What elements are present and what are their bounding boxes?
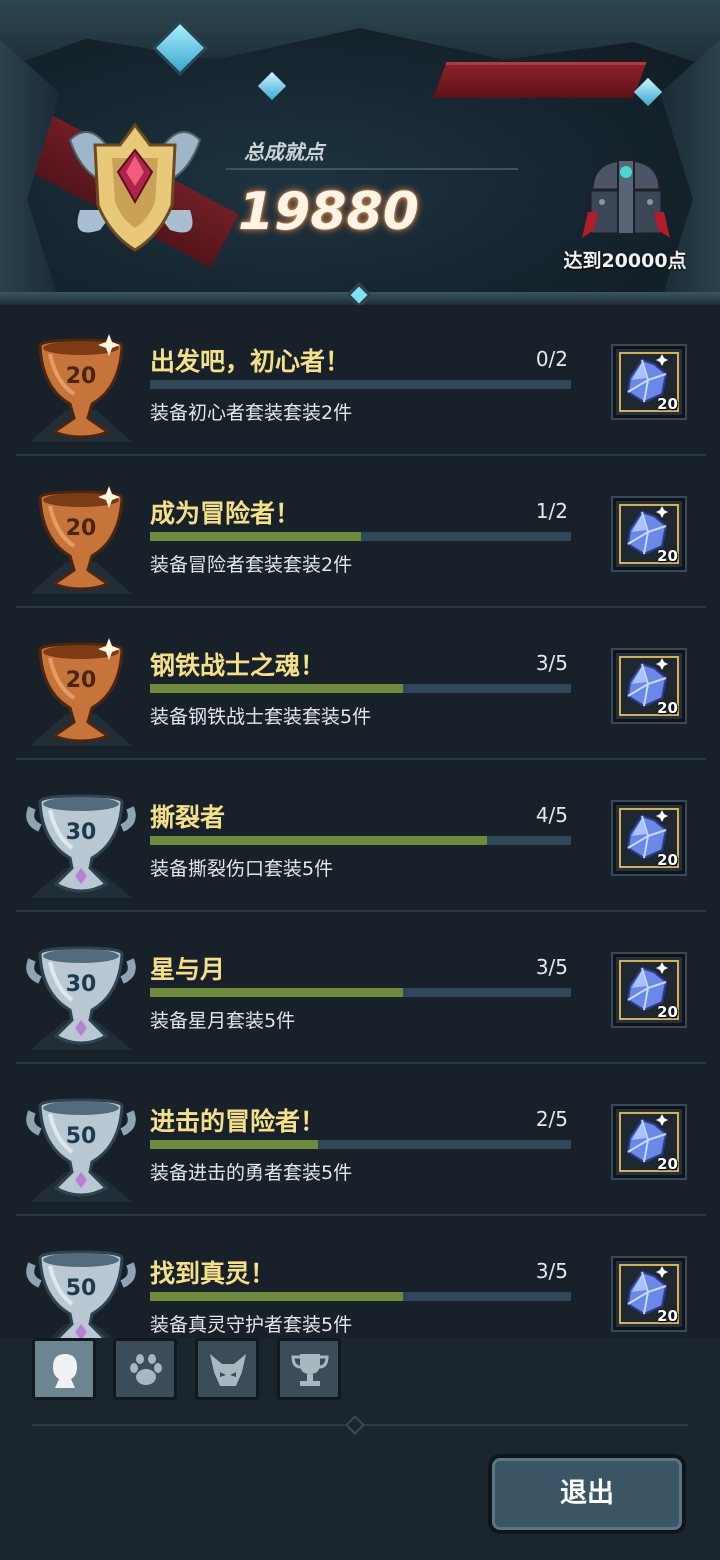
bottom-bar: 退出 [0, 1338, 720, 1560]
reward-amount: 20 [657, 1155, 678, 1173]
reward-button[interactable]: 20 [611, 344, 687, 420]
trophy-cup-icon: 30 [26, 788, 136, 900]
chest-goal-label: 达到20000点 [563, 250, 687, 272]
achievement-count: 0/2 [535, 347, 568, 371]
achievement-description: 装备星月套装5件 [150, 1010, 296, 1032]
achievement-description: 装备初心者套装套装2件 [150, 402, 353, 424]
progress-bar [150, 1140, 571, 1149]
reward-amount: 20 [657, 1003, 678, 1021]
exit-button[interactable]: 退出 [488, 1454, 686, 1534]
achievement-description: 装备钢铁战士套装套装5件 [150, 706, 372, 728]
gem-icon [257, 71, 287, 101]
achievement-title: 进击的冒险者！ [150, 1107, 326, 1136]
total-points-label: 总成就点 [244, 140, 324, 164]
achievement-count: 1/2 [535, 499, 568, 523]
cup-points: 20 [65, 516, 97, 541]
achievement-count: 4/5 [535, 803, 568, 827]
trophy-cup-icon: 50 [26, 1244, 136, 1338]
reward-button[interactable]: 20 [611, 1256, 687, 1332]
achievement-title: 出发吧，初心者！ [150, 347, 351, 376]
crown-emblem-icon [60, 110, 210, 260]
cup-points: 20 [65, 364, 97, 389]
reward-button[interactable]: 20 [611, 648, 687, 724]
achievement-title: 撕裂者 [150, 803, 226, 832]
cup-points: 20 [65, 668, 97, 693]
progress-fill [150, 1140, 319, 1149]
cup-points: 30 [65, 972, 97, 997]
progress-bar [150, 380, 571, 389]
reward-button[interactable]: 20 [611, 800, 687, 876]
progress-bar [150, 1292, 571, 1301]
cup-points: 50 [65, 1276, 97, 1301]
reward-amount: 20 [657, 395, 678, 413]
achievement-item: 50 进击的冒险者！ 2/5 装备进击的勇者套装5件 20 [16, 1066, 706, 1216]
achievement-description: 装备进击的勇者套装5件 [150, 1162, 353, 1184]
trophy-cup-icon: 20 [26, 484, 136, 596]
tab-character[interactable] [32, 1338, 96, 1400]
achievement-title: 星与月 [150, 955, 226, 984]
reward-button[interactable]: 20 [611, 952, 687, 1028]
progress-fill [150, 836, 487, 845]
cup-points: 30 [65, 820, 97, 845]
trophy-cup-icon: 50 [26, 1092, 136, 1204]
ribbon-decoration [433, 62, 647, 98]
progress-bar [150, 988, 571, 997]
progress-fill [150, 1292, 403, 1301]
paw-icon [130, 1354, 162, 1385]
achievement-item: 30 星与月 3/5 装备星月套装5件 20 [16, 914, 706, 1064]
progress-fill [150, 532, 361, 541]
achievement-description: 装备真灵守护者套装5件 [150, 1314, 353, 1336]
trophy-cup-icon: 20 [26, 636, 136, 748]
achievement-count: 3/5 [535, 1259, 568, 1283]
person-icon [53, 1354, 77, 1388]
achievement-item: 50 找到真灵！ 3/5 装备真灵守护者套装5件 20 [16, 1218, 706, 1338]
divider-ornament [345, 1415, 365, 1435]
achievement-description: 装备撕裂伤口套装5件 [150, 858, 334, 880]
tab-trophy[interactable] [277, 1338, 341, 1400]
achievement-item: 20 成为冒险者！ 1/2 装备冒险者套装套装2件 20 [16, 458, 706, 608]
achievement-count: 3/5 [535, 955, 568, 979]
monster-icon [210, 1354, 246, 1386]
achievement-item: 30 撕裂者 4/5 装备撕裂伤口套装5件 20 [16, 762, 706, 912]
reward-amount: 20 [657, 547, 678, 565]
reward-amount: 20 [657, 699, 678, 717]
total-points-value: 19880 [238, 182, 419, 242]
achievement-item: 20 出发吧，初心者！ 0/2 装备初心者套装套装2件 20 [16, 306, 706, 456]
reward-button[interactable]: 20 [611, 496, 687, 572]
achievement-count: 3/5 [535, 651, 568, 675]
treasure-chest-icon[interactable] [578, 150, 674, 246]
cup-points: 50 [65, 1124, 97, 1149]
achievement-title: 找到真灵！ [150, 1259, 276, 1288]
reward-amount: 20 [657, 851, 678, 869]
achievement-list[interactable]: 20 出发吧，初心者！ 0/2 装备初心者套装套装2件 20 20 成为冒险者！… [0, 306, 720, 1338]
tab-monster[interactable] [195, 1338, 259, 1400]
achievement-title: 钢铁战士之魂！ [150, 651, 326, 680]
achievement-title: 成为冒险者！ [150, 499, 301, 528]
tab-pet[interactable] [113, 1338, 177, 1400]
progress-bar [150, 684, 571, 693]
progress-bar [150, 532, 571, 541]
progress-bar [150, 836, 571, 845]
reward-amount: 20 [657, 1307, 678, 1325]
trophy-icon [291, 1354, 329, 1386]
achievement-count: 2/5 [535, 1107, 568, 1131]
trophy-cup-icon: 30 [26, 940, 136, 1052]
reward-button[interactable]: 20 [611, 1104, 687, 1180]
progress-fill [150, 684, 403, 693]
achievement-description: 装备冒险者套装套装2件 [150, 554, 353, 576]
trophy-cup-icon: 20 [26, 332, 136, 444]
divider [226, 168, 518, 170]
frame-decoration [0, 0, 720, 70]
achievement-header: 总成就点 19880 达到20000点 [0, 0, 720, 305]
progress-fill [150, 988, 403, 997]
achievement-item: 20 钢铁战士之魂！ 3/5 装备钢铁战士套装套装5件 20 [16, 610, 706, 760]
